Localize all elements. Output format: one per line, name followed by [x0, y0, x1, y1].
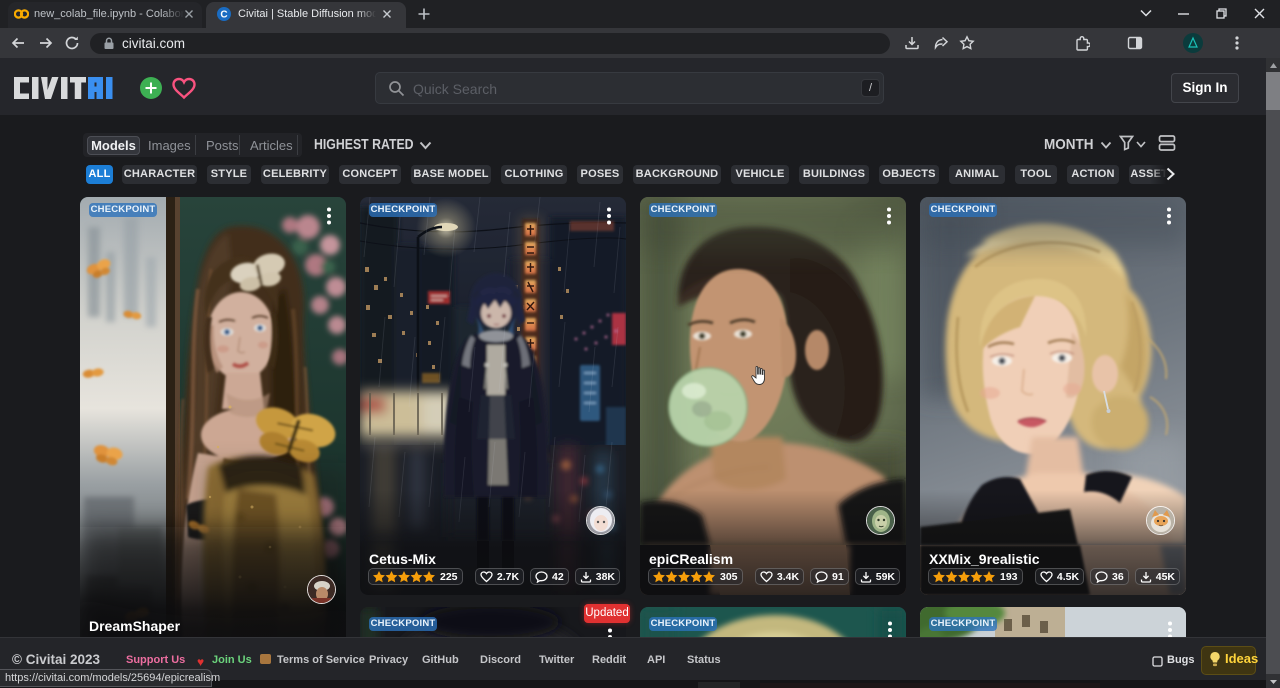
svg-text:C: C: [220, 10, 227, 21]
